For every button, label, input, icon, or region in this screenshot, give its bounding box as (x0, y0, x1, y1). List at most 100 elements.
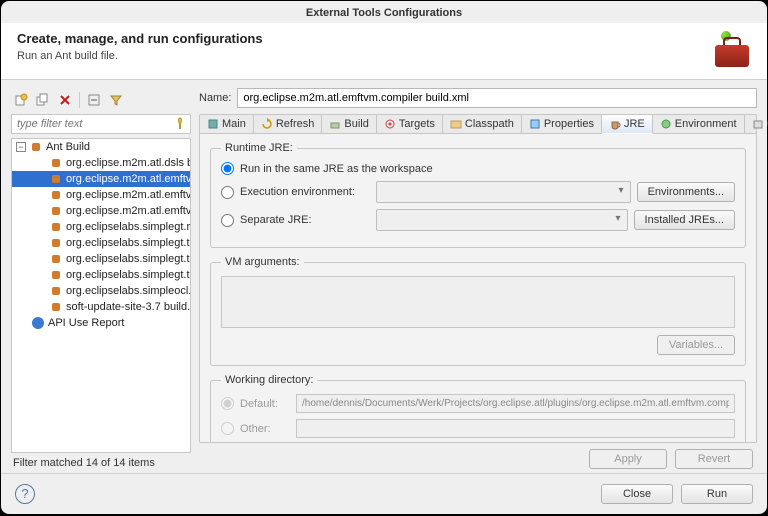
config-tree[interactable]: − Ant Build org.eclipse.m2m.atl.dsls b or… (11, 138, 191, 453)
installed-jres-button[interactable]: Installed JREs... (634, 210, 735, 230)
dialog-title: External Tools Configurations (1, 1, 767, 23)
collapse-all-button[interactable] (84, 90, 104, 110)
radio-wd-other-label: Other: (240, 423, 290, 435)
tab-label: Main (222, 118, 246, 130)
tab-label: Build (344, 118, 368, 130)
working-dir-legend: Working directory: (221, 374, 317, 386)
tree-item[interactable]: org.eclipselabs.simplegt.re (12, 219, 190, 235)
radio-separate-jre[interactable] (221, 214, 234, 227)
vm-args-textarea (221, 276, 735, 328)
tab-main[interactable]: Main (200, 115, 254, 133)
tree-item[interactable]: org.eclipse.m2m.atl.emftvm (12, 171, 190, 187)
ant-icon (50, 189, 62, 201)
tree-item-label: org.eclipselabs.simpleocl.r (66, 285, 191, 297)
tab-jre-content: Runtime JRE: Run in the same JRE as the … (200, 134, 756, 442)
working-dir-group: Working directory: Default: Other: (210, 374, 746, 442)
environments-button[interactable]: Environments... (637, 182, 735, 202)
left-pane: − Ant Build org.eclipse.m2m.atl.dsls b or… (11, 88, 191, 469)
ant-icon (50, 301, 62, 313)
separate-jre-combo[interactable] (376, 209, 628, 231)
tree-item[interactable]: org.eclipse.m2m.atl.emftvm (12, 203, 190, 219)
tab-properties[interactable]: Properties (522, 115, 602, 133)
expander-icon[interactable]: − (16, 142, 26, 152)
name-label: Name: (199, 92, 231, 104)
runtime-jre-group: Runtime JRE: Run in the same JRE as the … (210, 142, 746, 248)
toolbox-icon (707, 31, 751, 69)
wd-other-path (296, 419, 735, 438)
config-toolbar (11, 88, 191, 114)
radio-wd-default (221, 397, 234, 410)
header-heading: Create, manage, and run configurations (17, 31, 263, 46)
refresh-tab-icon (261, 118, 273, 130)
common-tab-icon (752, 118, 764, 130)
ant-icon (50, 253, 62, 265)
ant-icon (50, 173, 62, 185)
tab-label: Properties (544, 118, 594, 130)
ant-icon (50, 269, 62, 281)
tab-label: JRE (624, 118, 645, 130)
right-pane: Name: Main Refresh Build Targets Classpath Pr… (199, 88, 757, 469)
radio-exec-env[interactable] (221, 186, 234, 199)
name-input[interactable] (237, 88, 757, 108)
radio-workspace-label: Run in the same JRE as the workspace (240, 163, 433, 175)
tab-build[interactable]: Build (322, 115, 376, 133)
tree-leaf-label: API Use Report (48, 317, 124, 329)
tree-item[interactable]: org.eclipse.m2m.atl.dsls b (12, 155, 190, 171)
ant-icon (50, 221, 62, 233)
vm-args-group: VM arguments: Variables... (210, 256, 746, 366)
revert-button: Revert (675, 449, 753, 469)
tab-label: Targets (399, 118, 435, 130)
delete-config-button[interactable] (55, 90, 75, 110)
radio-wd-default-label: Default: (240, 398, 290, 410)
ant-icon (50, 285, 62, 297)
tree-item[interactable]: org.eclipse.m2m.atl.emftvm (12, 187, 190, 203)
tree-item-label: org.eclipselabs.simplegt.re (66, 221, 191, 233)
exec-env-combo[interactable] (376, 181, 631, 203)
filter-button[interactable] (106, 90, 126, 110)
duplicate-config-button[interactable] (33, 90, 53, 110)
tree-item[interactable]: org.eclipselabs.simplegt.te (12, 267, 190, 283)
dialog-window: External Tools Configurations Create, ma… (1, 1, 767, 514)
variables-button: Variables... (657, 335, 735, 355)
new-config-button[interactable] (11, 90, 31, 110)
help-button[interactable]: ? (15, 484, 35, 504)
close-button[interactable]: Close (601, 484, 673, 504)
tree-item-label: org.eclipse.m2m.atl.emftvm (66, 205, 191, 217)
tab-jre[interactable]: JRE (602, 115, 653, 134)
tree-root-ant-build[interactable]: − Ant Build (12, 139, 190, 155)
tree-item-label: org.eclipse.m2m.atl.emftvm (66, 173, 191, 185)
tabs-container: Main Refresh Build Targets Classpath Properti… (199, 114, 757, 443)
tab-label: Classpath (465, 118, 514, 130)
filter-status: Filter matched 14 of 14 items (11, 453, 191, 469)
filter-box (11, 114, 191, 134)
ant-icon (50, 205, 62, 217)
tab-common[interactable]: Common (745, 115, 768, 133)
tab-classpath[interactable]: Classpath (443, 115, 522, 133)
tree-item[interactable]: org.eclipselabs.simpleocl.r (12, 283, 190, 299)
tab-targets[interactable]: Targets (377, 115, 443, 133)
ant-icon (50, 237, 62, 249)
tab-refresh[interactable]: Refresh (254, 115, 323, 133)
filter-input[interactable] (12, 115, 172, 133)
header-sub: Run an Ant build file. (17, 50, 263, 62)
tab-row: Main Refresh Build Targets Classpath Properti… (200, 115, 756, 134)
radio-wd-other (221, 422, 234, 435)
clear-filter-icon[interactable] (172, 116, 188, 132)
tree-item[interactable]: soft-update-site-3.7 build. (12, 299, 190, 315)
main-tab-icon (207, 118, 219, 130)
ant-icon (50, 157, 62, 169)
run-button[interactable]: Run (681, 484, 753, 504)
tree-leaf-api-report[interactable]: API Use Report (12, 315, 190, 331)
targets-tab-icon (384, 118, 396, 130)
radio-workspace-jre[interactable] (221, 162, 234, 175)
tree-item-label: org.eclipselabs.simplegt.te (66, 237, 191, 249)
radio-separate-label: Separate JRE: (240, 214, 370, 226)
tree-item[interactable]: org.eclipselabs.simplegt.te (12, 235, 190, 251)
tab-label: Refresh (276, 118, 315, 130)
wd-default-path (296, 394, 735, 413)
tab-environment[interactable]: Environment (653, 115, 745, 133)
vm-args-legend: VM arguments: (221, 256, 304, 268)
tree-item-label: org.eclipselabs.simplegt.te (66, 253, 191, 265)
tree-item[interactable]: org.eclipselabs.simplegt.te (12, 251, 190, 267)
dialog-header: Create, manage, and run configurations R… (1, 23, 767, 80)
